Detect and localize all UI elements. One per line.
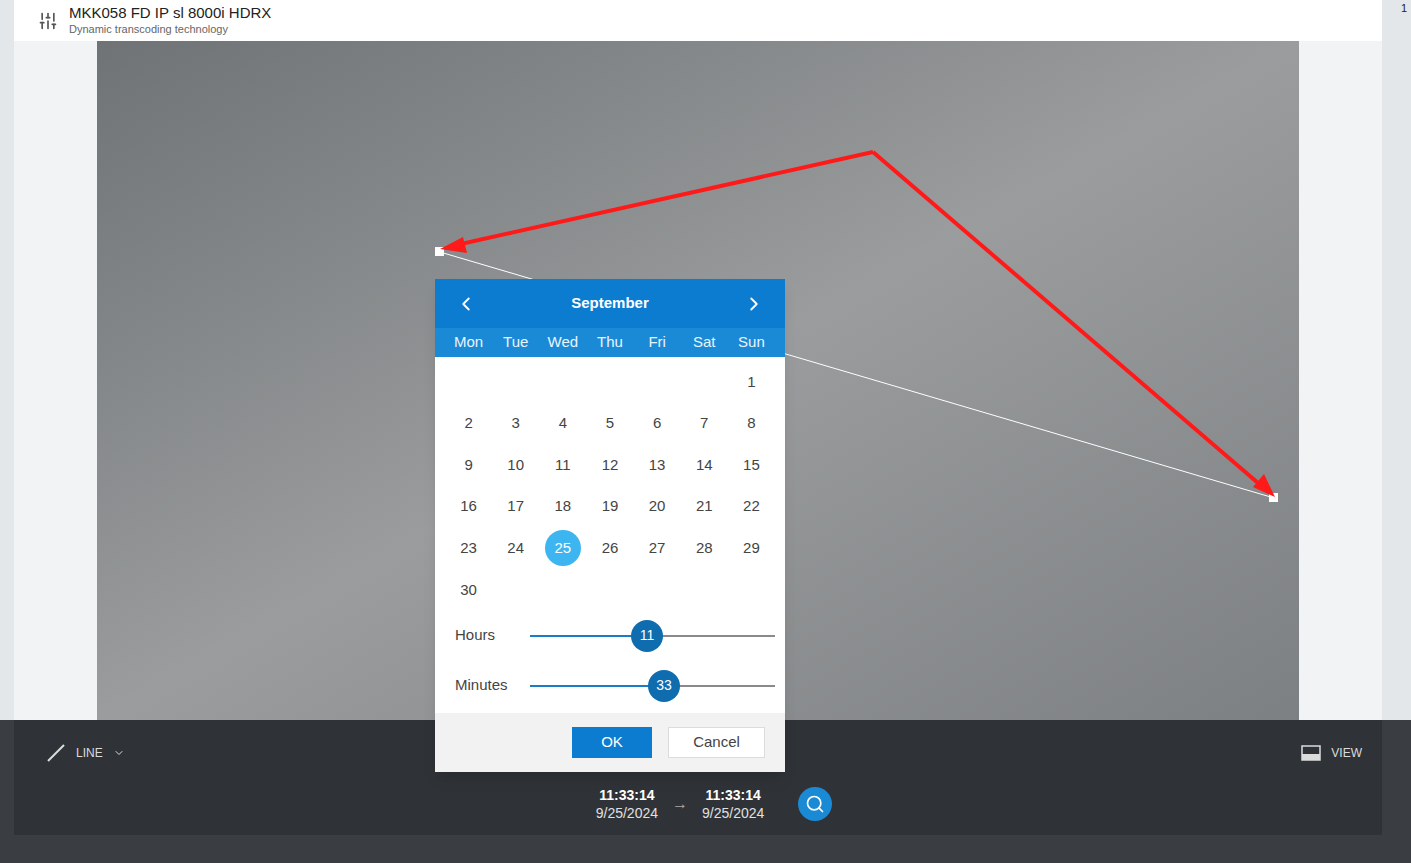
day-cell[interactable]: 27 [639,530,675,566]
slider-thumb[interactable]: 33 [648,670,680,702]
day-cell[interactable]: 26 [592,530,628,566]
settings-icon[interactable] [38,11,58,31]
weekday: Sat [681,331,728,354]
slider-label: Hours [455,624,530,647]
day-cell[interactable]: 16 [451,489,487,525]
day-cell[interactable]: 20 [639,489,675,525]
next-month-icon[interactable] [743,293,765,315]
start-time[interactable]: 11:33:149/25/2024 [596,786,658,822]
view-button[interactable]: VIEW [1301,744,1362,762]
day-cell[interactable]: 18 [545,489,581,525]
day-cell[interactable]: 30 [451,572,487,608]
slider-thumb[interactable]: 11 [631,620,663,652]
app-window: MKK058 FD IP sl 8000i HDRXDynamic transc… [0,0,1411,863]
chevron-down-icon [113,747,125,759]
weekday: Wed [539,331,586,354]
day-cell[interactable]: 10 [498,447,534,483]
day-cell[interactable]: 2 [451,405,487,441]
page-marker: 1 [1401,0,1407,17]
day-cell[interactable]: 19 [592,489,628,525]
slider-track[interactable]: 33 [530,670,775,702]
time-slider-row: Hours 11 [435,611,785,661]
day-cell[interactable]: 25 [545,530,581,566]
day-cell[interactable]: 5 [592,405,628,441]
line-tool-button[interactable]: LINE [46,743,125,763]
day-cell[interactable]: 28 [686,530,722,566]
day-cell[interactable]: 1 [733,364,769,400]
weekday-row: MonTueWedThuFriSatSun [435,328,785,357]
weekday: Mon [445,331,492,354]
picker-footer: OK Cancel [435,713,785,772]
month-title: September [571,292,649,315]
day-cell[interactable]: 29 [733,530,769,566]
slider-track[interactable]: 11 [530,620,775,652]
day-cell[interactable]: 21 [686,489,722,525]
day-cell[interactable]: 4 [545,405,581,441]
search-icon [805,794,825,814]
view-icon [1301,745,1321,761]
day-cell[interactable]: 3 [498,405,534,441]
end-time[interactable]: 11:33:149/25/2024 [702,786,764,822]
day-cell[interactable]: 22 [733,489,769,525]
day-cell[interactable]: 15 [733,447,769,483]
weekday: Sun [728,331,775,354]
day-cell[interactable]: 24 [498,530,534,566]
range-arrow: → [672,792,688,816]
line-icon [46,743,66,763]
ok-button[interactable]: OK [572,727,652,758]
day-cell[interactable]: 7 [686,405,722,441]
slider-label: Minutes [455,674,530,697]
day-cell[interactable]: 8 [733,405,769,441]
day-grid: 1234567891011121314151617181920212223242… [435,357,785,611]
weekday: Fri [634,331,681,354]
cancel-button[interactable]: Cancel [668,727,765,758]
camera-title: MKK058 FD IP sl 8000i HDRX [69,4,271,23]
weekday: Tue [492,331,539,354]
prev-month-icon[interactable] [455,293,477,315]
search-button[interactable] [798,787,832,821]
day-cell[interactable]: 11 [545,447,581,483]
day-cell[interactable]: 9 [451,447,487,483]
weekday: Thu [586,331,633,354]
day-cell[interactable]: 6 [639,405,675,441]
day-cell[interactable]: 14 [686,447,722,483]
day-cell[interactable]: 17 [498,489,534,525]
day-cell[interactable]: 23 [451,530,487,566]
time-slider-row: Minutes 33 [435,661,785,711]
date-picker: SeptemberMonTueWedThuFriSatSun1234567891… [435,279,785,772]
camera-subtitle: Dynamic transcoding technology [69,23,271,37]
day-cell[interactable]: 12 [592,447,628,483]
camera-header: MKK058 FD IP sl 8000i HDRXDynamic transc… [14,0,1382,41]
day-cell[interactable]: 13 [639,447,675,483]
